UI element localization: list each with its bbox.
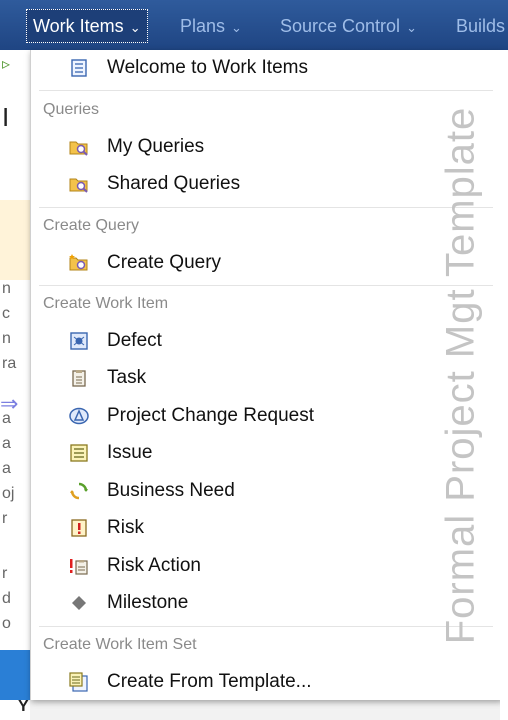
menu-item-risk[interactable]: Risk [31,513,431,543]
issue-list-icon [69,443,89,463]
menu-item-label: Shared Queries [107,173,241,194]
chevron-down-icon: ⌄ [406,20,417,35]
menu-item-welcome[interactable]: Welcome to Work Items [31,53,431,83]
menu-item-create-from-template[interactable]: Create From Template... [31,667,431,697]
background-text: a [2,460,11,477]
separator [39,90,493,91]
menu-item-label: Risk Action [107,555,201,576]
menu-item-risk-action[interactable]: Risk Action [31,551,431,581]
menu-item-label: Issue [107,442,153,463]
background-text: n [2,330,11,347]
section-header-queries: Queries [43,101,100,118]
background-text: r [2,510,8,527]
background-page-left: ▹ I a n c n ra a a a oj r r d o [0,50,30,720]
background-text: Y [18,698,29,715]
section-header-create-work-item-set: Create Work Item Set [43,636,197,653]
nav-work-items[interactable]: Work Items ⌄ [26,9,148,43]
menu-item-label: Risk [107,517,144,538]
menu-item-label: Defect [107,330,162,351]
nav-builds-label: Builds [456,16,506,36]
menu-item-label: Business Need [107,480,235,501]
top-navigation-bar: Work Items ⌄ Plans ⌄ Source Control ⌄ Build… [0,0,508,50]
menu-item-task[interactable]: Task [31,363,431,393]
section-header-create-work-item: Create Work Item [43,295,169,312]
menu-item-label: Project Change Request [107,405,315,426]
background-page-bottom [30,700,508,720]
query-folder-icon [69,137,89,157]
menu-item-label: Task [107,367,147,388]
background-text: a [2,435,11,452]
nav-plans[interactable]: Plans ⌄ [180,0,242,50]
risk-exclamation-icon [69,518,89,538]
nav-work-items-label: Work Items [33,16,124,36]
task-clipboard-icon [69,368,89,388]
menu-item-milestone[interactable]: Milestone [31,588,431,618]
background-page-right [500,50,508,720]
chevron-down-icon: ⌄ [231,20,242,35]
background-text: n [2,280,11,297]
menu-item-create-query[interactable]: Create Query [31,248,431,278]
menu-item-label: Welcome to Work Items [107,57,308,78]
menu-item-label: Create From Template... [107,671,312,692]
background-text: oj [2,485,15,502]
menu-item-label: Create Query [107,252,222,273]
nav-source-control-label: Source Control [280,16,401,36]
background-text: I [2,102,10,132]
business-need-cycle-icon [69,481,89,501]
menu-item-my-queries[interactable]: My Queries [31,132,431,162]
milestone-diamond-icon [69,593,89,613]
nav-plans-label: Plans [180,16,226,36]
background-blue-panel [0,650,30,700]
menu-item-defect[interactable]: Defect [31,326,431,356]
arrow-right-icon: ⇒ [0,391,19,416]
work-items-dropdown-menu: Welcome to Work Items Queries My Queries… [30,50,502,700]
menu-item-issue[interactable]: Issue [31,438,431,468]
menu-item-label: Milestone [107,592,189,613]
separator [39,207,493,208]
risk-action-icon [69,556,89,576]
defect-bug-icon [69,331,89,351]
nav-source-control[interactable]: Source Control ⌄ [280,0,417,50]
background-text: o [2,615,11,632]
chevron-down-icon: ⌄ [129,20,141,35]
background-text: c [2,305,10,322]
query-folder-icon [69,174,89,194]
document-list-icon [69,58,89,78]
change-request-icon [69,406,89,426]
menu-item-shared-queries[interactable]: Shared Queries [31,169,431,199]
separator [39,626,493,627]
background-text: r [2,565,8,582]
background-text: d [2,590,11,607]
section-header-create-query: Create Query [43,217,140,234]
nav-builds[interactable]: Builds [456,0,505,50]
watermark-text: Formal Project Mgt Template [438,106,483,644]
background-highlight [0,200,30,280]
menu-item-business-need[interactable]: Business Need [31,476,431,506]
menu-item-project-change-request[interactable]: Project Change Request [31,401,431,431]
template-icon [69,672,89,692]
background-text: ra [2,355,17,372]
create-query-icon [69,253,89,273]
separator [39,285,493,286]
background-text: ▹ [2,56,11,73]
menu-item-label: My Queries [107,136,205,157]
template-watermark: Formal Project Mgt Template [431,50,491,700]
